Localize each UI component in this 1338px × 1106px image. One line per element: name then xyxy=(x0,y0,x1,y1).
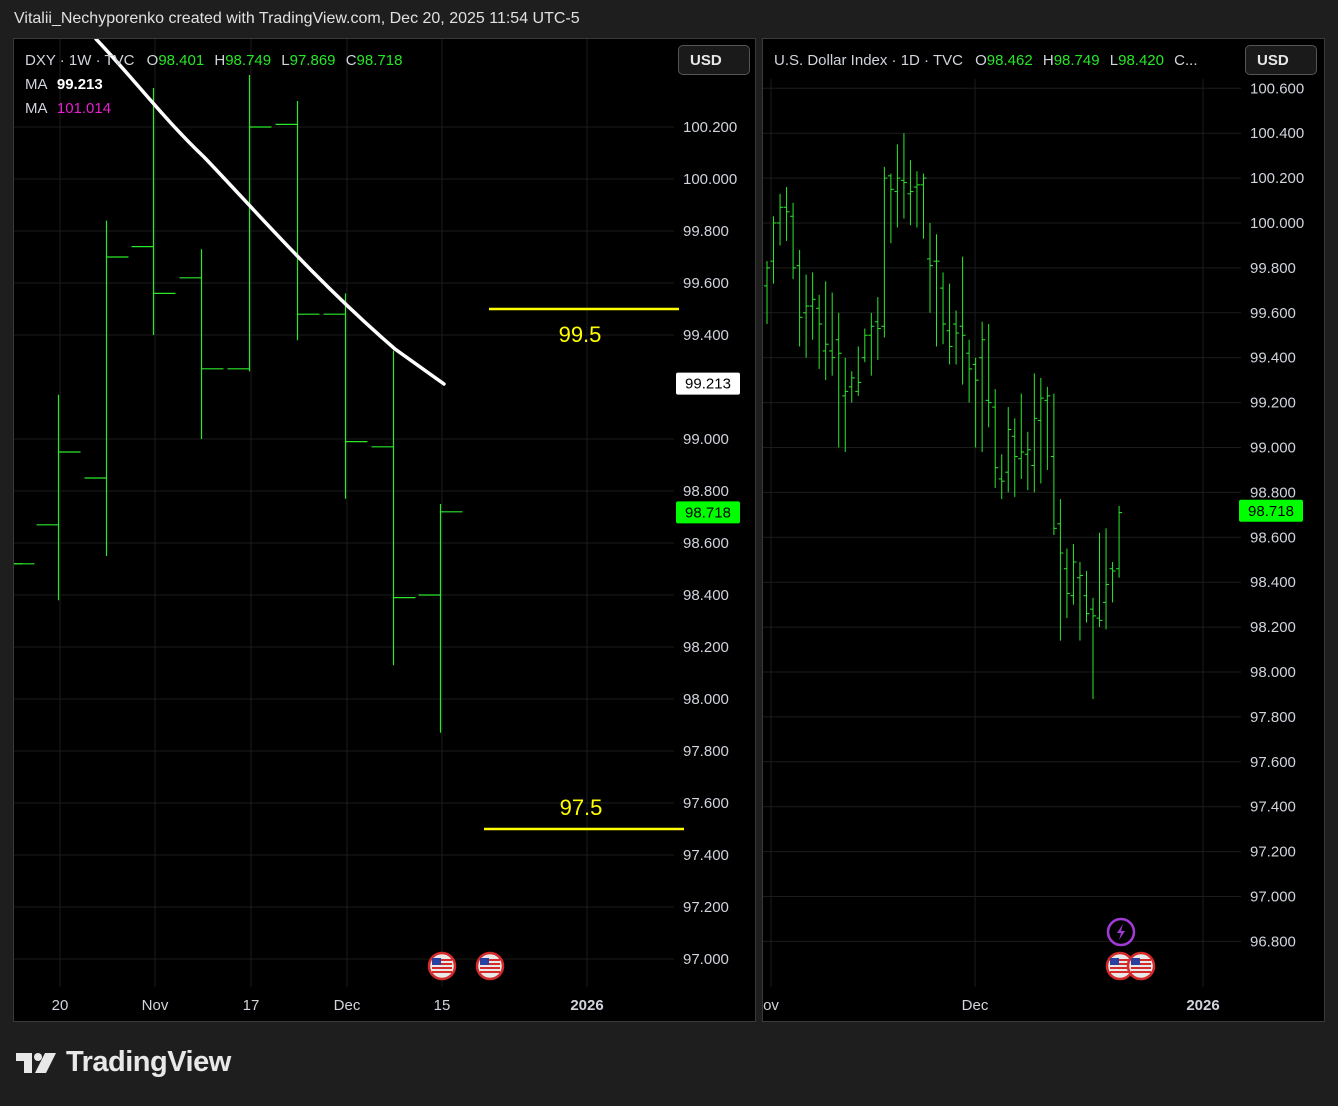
y-tick-label: 98.200 xyxy=(683,639,729,656)
y-tick-label: 97.000 xyxy=(683,951,729,968)
daily-chart-legend: U.S. Dollar Index · 1D · TVC O98.462 H98… xyxy=(774,49,1198,73)
y-tick-label: 97.200 xyxy=(1250,844,1296,861)
legend-open-value: 98.401 xyxy=(158,52,205,69)
legend-low-value: 98.420 xyxy=(1118,52,1164,69)
legend-ma2-row: MA 101.014 xyxy=(25,97,402,121)
legend-open-label: O xyxy=(975,52,987,69)
y-tick-label: 97.400 xyxy=(1250,799,1296,816)
currency-button[interactable]: USD xyxy=(1245,45,1317,75)
weekly-chart-legend: DXY · 1W · TVC O98.401 H98.749 L97.869 C… xyxy=(25,49,402,121)
daily-chart-canvas[interactable]: 100.600 100.400 100.200 100.000 99.800 99.600… xyxy=(763,39,1325,1022)
tradingview-brand-name: TradingView xyxy=(66,1046,231,1078)
legend-low-label: L xyxy=(281,52,290,69)
legend-low-label: L xyxy=(1109,52,1119,69)
y-tick-label: 99.400 xyxy=(1250,350,1296,367)
level-label-99-5: 99.5 xyxy=(559,322,602,347)
legend-symbol: U.S. Dollar Index · 1D · TVC xyxy=(774,52,963,69)
tradingview-logo[interactable]: TradingView xyxy=(16,1046,231,1079)
y-tick-label: 99.600 xyxy=(1250,305,1296,322)
y-tick-label: 96.800 xyxy=(1250,933,1296,950)
y-tick-label: 100.200 xyxy=(1250,170,1304,187)
y-tick-label: 97.200 xyxy=(683,899,729,916)
y-tick-label: 99.200 xyxy=(1250,395,1296,412)
x-tick-label: ov xyxy=(763,997,779,1014)
x-tick-label: Dec xyxy=(962,997,989,1014)
y-tick-label: 97.600 xyxy=(1250,754,1296,771)
legend-ma1-label: MA xyxy=(25,76,47,93)
legend-open-label: O xyxy=(146,52,159,69)
legend-symbol: DXY · 1W · TVC xyxy=(25,52,135,69)
last-price-tag: 98.718 xyxy=(685,504,731,521)
y-tick-label: 99.600 xyxy=(683,275,729,292)
legend-ohlc-row: DXY · 1W · TVC O98.401 H98.749 L97.869 C… xyxy=(25,49,402,73)
x-tick-label: 15 xyxy=(434,997,451,1014)
y-tick-label: 97.400 xyxy=(683,847,729,864)
legend-ma1-value: 99.213 xyxy=(56,76,103,93)
y-tick-label: 97.800 xyxy=(683,743,729,760)
us-flag-icon[interactable] xyxy=(427,951,457,981)
legend-close-label: C... xyxy=(1174,52,1198,69)
x-tick-label: 2026 xyxy=(570,997,603,1014)
legend-close-value: 98.718 xyxy=(356,52,403,69)
last-price-tag: 98.718 xyxy=(1248,503,1294,520)
legend-ma2-value: 101.014 xyxy=(56,100,112,117)
y-tick-label: 97.000 xyxy=(1250,889,1296,906)
y-tick-label: 98.800 xyxy=(1250,484,1296,501)
y-tick-label: 100.400 xyxy=(1250,125,1304,142)
daily-chart-pane[interactable]: 100.600 100.400 100.200 100.000 99.800 99.600… xyxy=(762,38,1325,1022)
legend-ma2-label: MA xyxy=(25,100,47,117)
x-tick-label: 2026 xyxy=(1186,997,1219,1014)
y-tick-label: 98.600 xyxy=(1250,529,1296,546)
weekly-chart-pane[interactable]: 100.200 100.000 99.800 99.600 99.400 99.000 98… xyxy=(13,38,756,1022)
legend-high-label: H xyxy=(1042,52,1054,69)
y-tick-label: 98.000 xyxy=(683,691,729,708)
y-tick-label: 97.800 xyxy=(1250,709,1296,726)
y-tick-label: 98.400 xyxy=(1250,574,1296,591)
y-tick-label: 98.800 xyxy=(683,483,729,500)
y-tick-label: 99.000 xyxy=(683,431,729,448)
y-tick-label: 97.600 xyxy=(683,795,729,812)
y-tick-label: 100.600 xyxy=(1250,80,1304,97)
lightning-icon[interactable] xyxy=(1106,917,1136,947)
ma-price-tag: 99.213 xyxy=(685,376,731,393)
y-tick-label: 100.000 xyxy=(1250,215,1304,232)
y-tick-label: 98.200 xyxy=(1250,619,1296,636)
legend-open-value: 98.462 xyxy=(986,52,1033,69)
y-tick-label: 98.400 xyxy=(683,587,729,604)
y-tick-label: 99.400 xyxy=(683,327,729,344)
chart-credit-header: Vitalii_Nechyporenko created with Tradin… xyxy=(14,10,580,27)
y-tick-label: 99.800 xyxy=(683,223,729,240)
y-tick-label: 100.200 xyxy=(683,119,737,136)
us-flag-icon[interactable] xyxy=(1126,951,1156,981)
x-tick-label: Dec xyxy=(334,997,361,1014)
x-tick-label: 17 xyxy=(243,997,260,1014)
y-tick-label: 100.000 xyxy=(683,171,737,188)
legend-high-value: 98.749 xyxy=(225,52,272,69)
level-label-97-5: 97.5 xyxy=(560,795,603,820)
x-tick-label: 20 xyxy=(52,997,69,1014)
y-tick-label: 98.600 xyxy=(683,535,729,552)
currency-button[interactable]: USD xyxy=(678,45,750,75)
legend-high-label: H xyxy=(214,52,226,69)
weekly-chart-canvas[interactable]: 100.200 100.000 99.800 99.600 99.400 99.000 98… xyxy=(14,39,756,1022)
tradingview-logo-icon xyxy=(16,1052,56,1073)
legend-low-value: 97.869 xyxy=(289,52,336,69)
y-tick-label: 98.000 xyxy=(1250,664,1296,681)
legend-ma1-row: MA 99.213 xyxy=(25,73,402,97)
legend-high-value: 98.749 xyxy=(1053,52,1100,69)
us-flag-icon[interactable] xyxy=(475,951,505,981)
y-tick-label: 99.800 xyxy=(1250,260,1296,277)
y-tick-label: 99.000 xyxy=(1250,440,1296,457)
x-tick-label: Nov xyxy=(142,997,169,1014)
legend-close-label: C xyxy=(345,52,357,69)
legend-ohlc-row: U.S. Dollar Index · 1D · TVC O98.462 H98… xyxy=(774,49,1198,73)
